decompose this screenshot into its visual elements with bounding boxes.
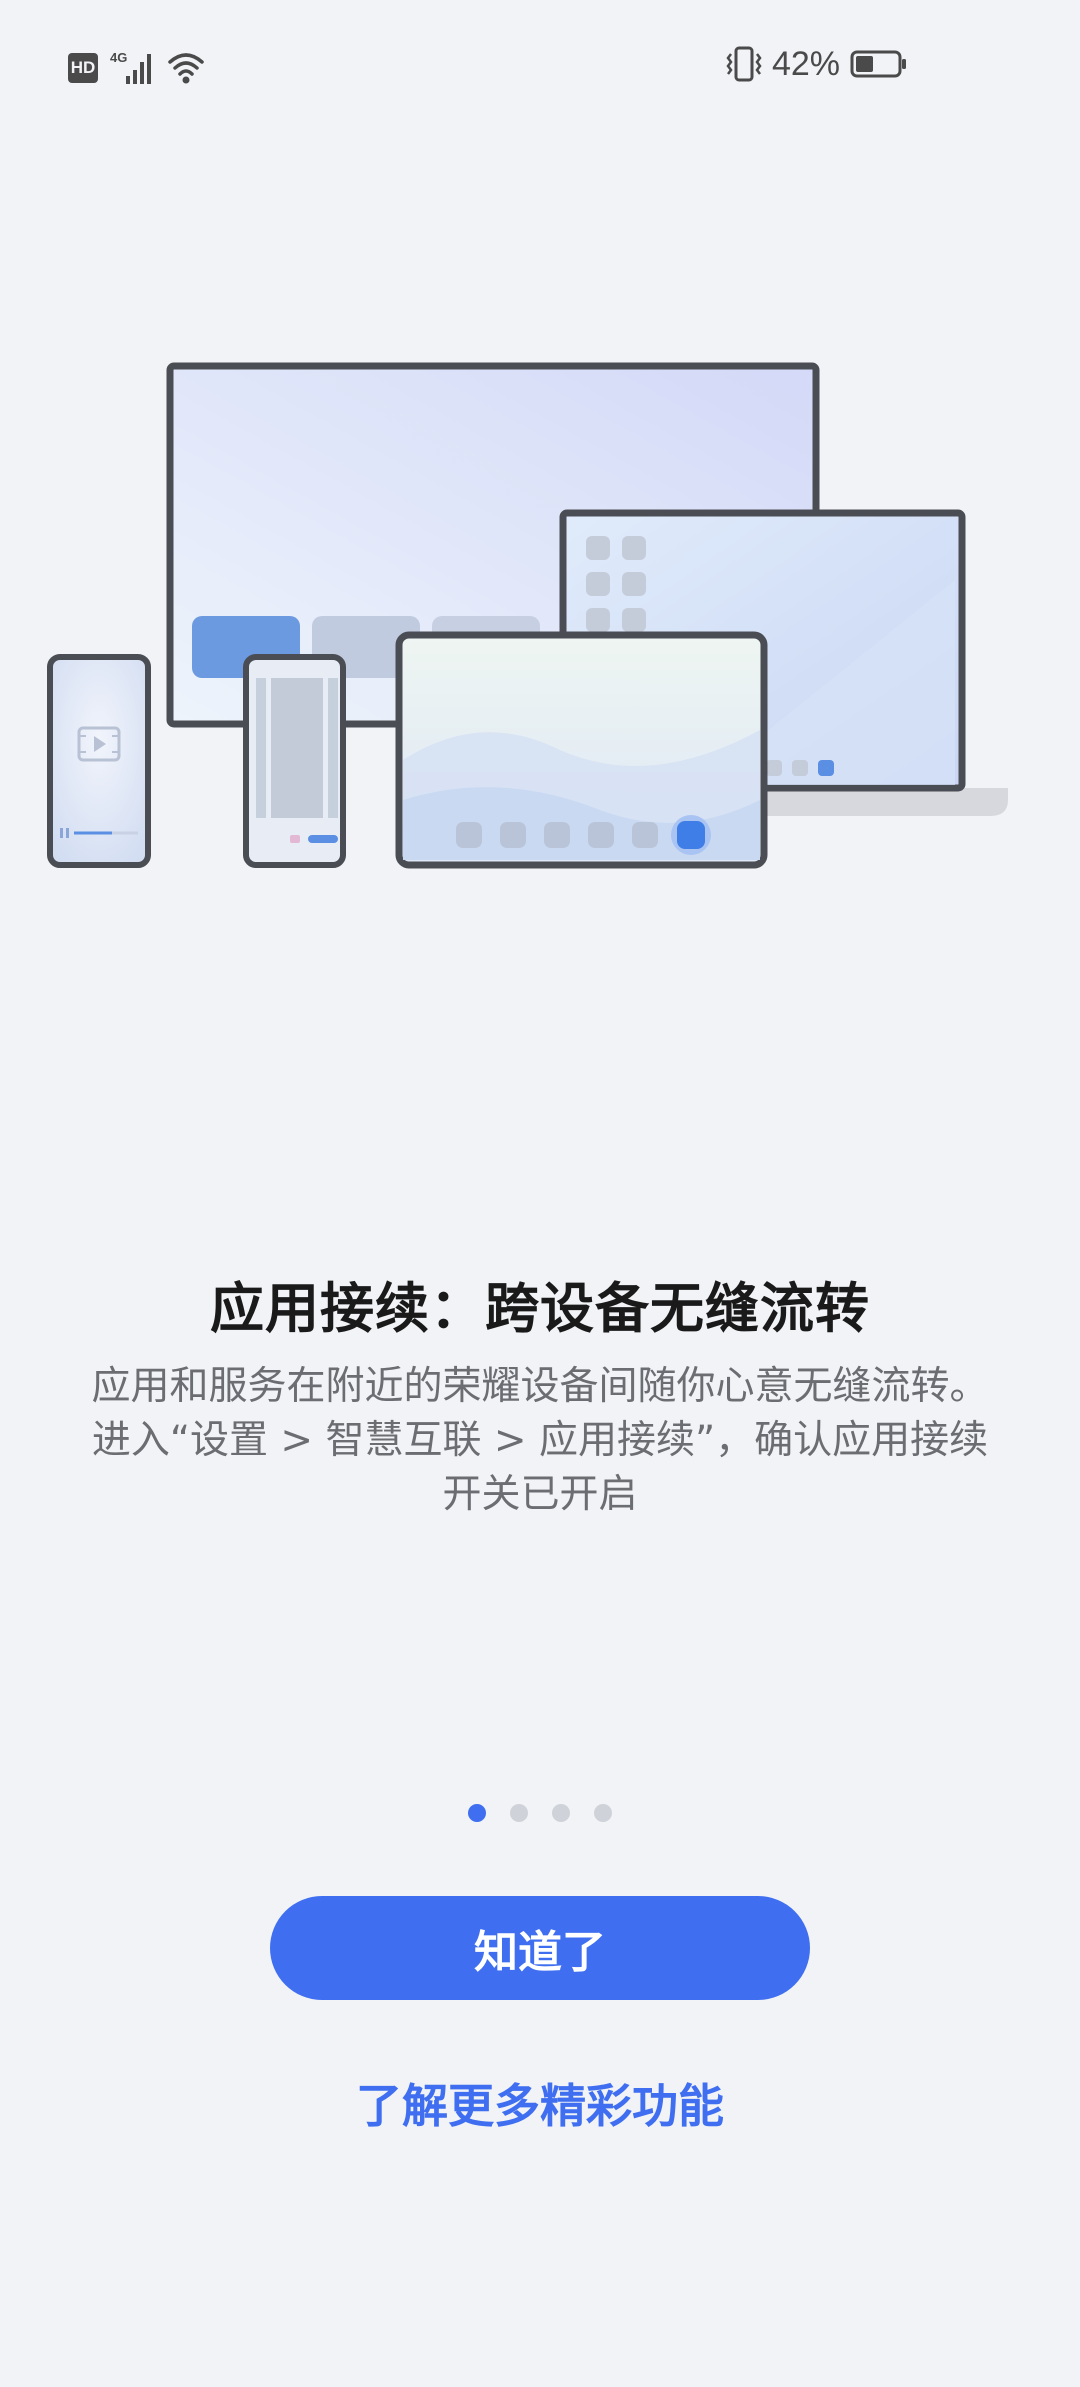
page-indicator [0,1804,1080,1822]
got-it-button[interactable]: 知道了 [270,1896,810,2000]
battery-icon [850,50,906,78]
status-bar: HD 4G 42% [0,0,1080,130]
page-dot [510,1804,528,1822]
phone-device-middle [243,654,346,868]
page-dot-active [468,1804,486,1822]
signal-icon: 4G [110,50,151,84]
description-line: 进入“设置 > 智慧互联 > 应用接续”，确认应用接续 [91,1418,989,1463]
network-type-label: 4G [110,50,127,65]
vibrate-icon [726,46,762,82]
description-line: 开关已开启 [442,1472,638,1517]
multi-device-illustration [47,362,1008,869]
page-dot [552,1804,570,1822]
learn-more-link[interactable]: 了解更多精彩功能 [0,2070,1080,2136]
page-dot [594,1804,612,1822]
description-line: 应用和服务在附近的荣耀设备间随你心意无缝流转。 [91,1364,989,1409]
page-title: 应用接续：跨设备无缝流转 [210,1277,870,1340]
phone-device-left [47,654,151,868]
feature-description: 应用和服务在附近的荣耀设备间随你心意无缝流转。 进入“设置 > 智慧互联 > 应… [60,1360,1020,1522]
battery-percent: 42% [771,44,840,83]
status-right-group: 42% [726,44,908,84]
hd-icon: HD [68,53,98,83]
wifi-icon [168,53,204,84]
status-left-group: HD 4G [68,48,206,88]
tablet-device [395,631,768,869]
battery-fill [856,56,873,72]
